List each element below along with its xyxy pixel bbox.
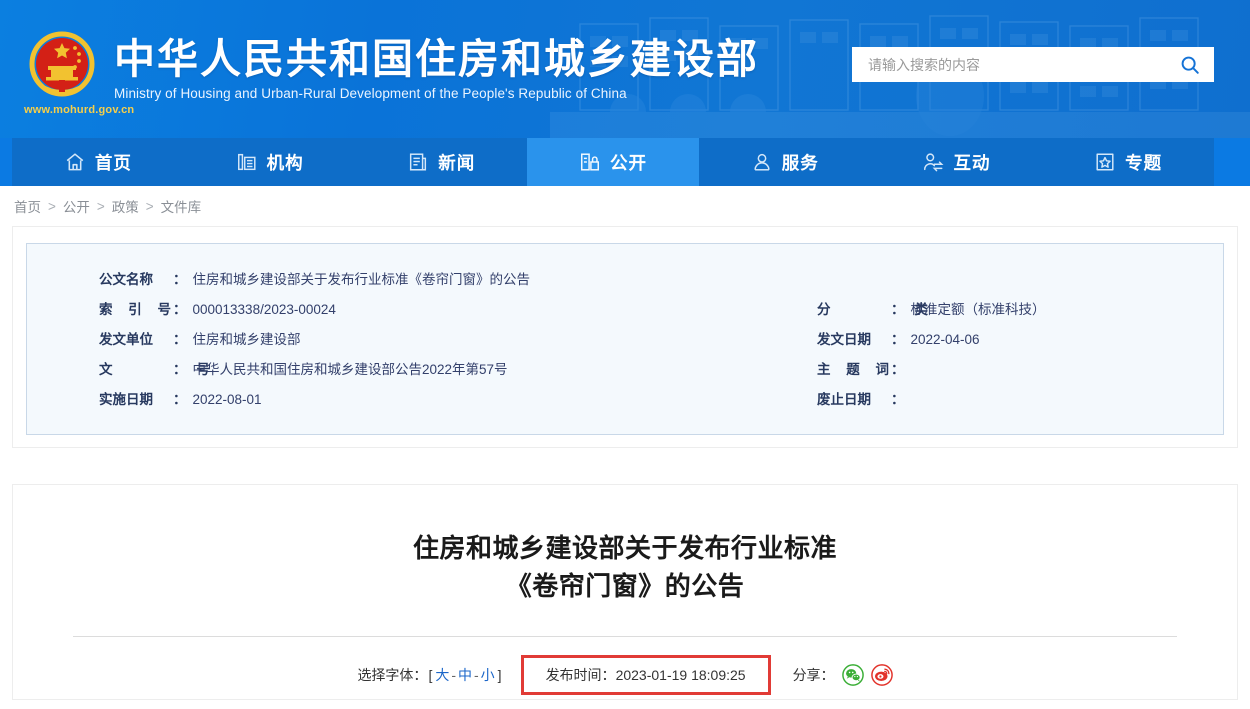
- meta-colon: ：: [891, 388, 905, 408]
- meta-key: 实施日期: [99, 388, 173, 408]
- search-icon: [1179, 54, 1201, 76]
- meta-value: 中华人民共和国住房和城乡建设部公告2022年第57号: [193, 358, 508, 378]
- page-title-line1: 住房和城乡建设部关于发布行业标准: [73, 529, 1177, 567]
- search-button[interactable]: [1166, 47, 1214, 82]
- meta-value: 住房和城乡建设部关于发布行业标准《卷帘门窗》的公告: [193, 268, 531, 288]
- meta-colon: ：: [891, 328, 905, 348]
- font-size-selector: 选择字体： [ 大 - 中 - 小 ]: [357, 665, 502, 685]
- nav-item-home[interactable]: 首页: [12, 138, 184, 186]
- meta-colon: ：: [173, 268, 187, 288]
- main-navigation: 首页 机构 新闻 公开: [0, 138, 1250, 186]
- nav-item-interaction[interactable]: 互动: [871, 138, 1043, 186]
- meta-key: 发文日期: [817, 328, 891, 348]
- meta-key: 文 号: [99, 358, 173, 378]
- nav-label: 公开: [610, 150, 647, 175]
- home-icon: [64, 151, 86, 173]
- meta-colon: ：: [891, 358, 905, 378]
- nav-label: 新闻: [438, 150, 475, 175]
- meta-value: 2022-04-06: [911, 332, 980, 347]
- meta-colon: ：: [891, 298, 905, 318]
- site-title-cn: 中华人民共和国住房和城乡建设部: [114, 37, 759, 81]
- document-meta-box: 公文名称 ： 住房和城乡建设部关于发布行业标准《卷帘门窗》的公告 索 引 号 ：…: [26, 243, 1224, 435]
- open-info-icon: [579, 151, 601, 173]
- publish-time-highlight: 发布时间：2023-01-19 18:09:25: [521, 655, 771, 695]
- meta-key: 主 题 词: [817, 358, 891, 378]
- nav-label: 互动: [953, 150, 990, 175]
- nav-items-container: 首页 机构 新闻 公开: [12, 138, 1214, 186]
- publish-time-label: 发布时间：: [546, 667, 616, 683]
- font-size-small-link[interactable]: 小: [479, 665, 497, 685]
- font-size-large-link[interactable]: 大: [433, 665, 451, 685]
- building-icon: [236, 151, 258, 173]
- nav-item-open-info[interactable]: 公开: [527, 138, 699, 186]
- nav-label: 专题: [1125, 150, 1162, 175]
- meta-value: 000013338/2023-00024: [193, 302, 336, 317]
- meta-key: 发文单位: [99, 328, 173, 348]
- star-topic-icon: [1094, 151, 1116, 173]
- nav-label: 服务: [782, 150, 819, 175]
- meta-colon: ：: [173, 328, 187, 348]
- nav-label: 机构: [267, 150, 304, 175]
- publish-time-value: 2023-01-19 18:09:25: [616, 667, 746, 683]
- wechat-share-icon[interactable]: [842, 664, 864, 686]
- breadcrumb: 首页 > 公开 > 政策 > 文件库: [0, 186, 1250, 226]
- meta-value: 2022-08-01: [193, 392, 262, 407]
- font-size-medium-link[interactable]: 中: [456, 665, 474, 685]
- search-input[interactable]: [852, 48, 1166, 81]
- interaction-icon: [922, 151, 944, 173]
- meta-row-effective-date: 实施日期 ： 2022-08-01: [99, 388, 817, 418]
- page-title-line2: 《卷帘门窗》的公告: [73, 567, 1177, 605]
- breadcrumb-separator: >: [146, 199, 154, 214]
- news-icon: [407, 151, 429, 173]
- share-group: 分享：: [793, 664, 893, 686]
- national-emblem-icon: [26, 30, 98, 102]
- service-person-icon: [751, 151, 773, 173]
- bracket-close: ]: [498, 667, 502, 683]
- meta-key: 废止日期: [817, 388, 891, 408]
- bracket-open: [: [428, 667, 432, 683]
- meta-colon: ：: [173, 388, 187, 408]
- nav-item-service[interactable]: 服务: [699, 138, 871, 186]
- nav-label: 首页: [95, 150, 132, 175]
- meta-row-subject-terms: 主 题 词 ：: [817, 358, 1197, 388]
- article-card: 住房和城乡建设部关于发布行业标准 《卷帘门窗》的公告 选择字体： [ 大 - 中…: [12, 484, 1238, 700]
- site-url: www.mohurd.gov.cn: [24, 104, 134, 116]
- weibo-share-icon[interactable]: [871, 664, 893, 686]
- meta-colon: ：: [173, 358, 187, 378]
- meta-key: 公文名称: [99, 268, 173, 288]
- meta-row-abolish-date: 废止日期 ：: [817, 388, 1197, 418]
- breadcrumb-item-policy[interactable]: 政策: [112, 196, 139, 216]
- meta-colon: ：: [173, 298, 187, 318]
- article-divider: [73, 636, 1177, 637]
- nav-item-organization[interactable]: 机构: [184, 138, 356, 186]
- meta-row-issuing-unit: 发文单位 ： 住房和城乡建设部: [99, 328, 817, 358]
- breadcrumb-separator: >: [97, 199, 105, 214]
- font-size-label: 选择字体：: [357, 665, 427, 685]
- meta-row-index-number: 索 引 号 ： 000013338/2023-00024: [99, 298, 817, 328]
- breadcrumb-item-open[interactable]: 公开: [63, 196, 90, 216]
- meta-value: 标准定额（标准科技）: [911, 298, 1046, 318]
- nav-left-strip: [0, 138, 12, 186]
- meta-row-doc-name: 公文名称 ： 住房和城乡建设部关于发布行业标准《卷帘门窗》的公告: [99, 268, 817, 298]
- document-meta-card: 公文名称 ： 住房和城乡建设部关于发布行业标准《卷帘门窗》的公告 索 引 号 ：…: [12, 226, 1238, 448]
- meta-column-left: 公文名称 ： 住房和城乡建设部关于发布行业标准《卷帘门窗》的公告 索 引 号 ：…: [27, 268, 817, 418]
- page-title: 住房和城乡建设部关于发布行业标准 《卷帘门窗》的公告: [73, 529, 1177, 606]
- breadcrumb-item-home[interactable]: 首页: [14, 196, 41, 216]
- meta-key: 分 类: [817, 298, 891, 318]
- meta-column-right: 分 类 ： 标准定额（标准科技） 发文日期 ： 2022-04-06 主 题 词…: [817, 268, 1197, 418]
- site-title-en: Ministry of Housing and Urban-Rural Deve…: [114, 86, 759, 101]
- breadcrumb-separator: >: [48, 199, 56, 214]
- meta-row-document-number: 文 号 ： 中华人民共和国住房和城乡建设部公告2022年第57号: [99, 358, 817, 388]
- article-toolbar: 选择字体： [ 大 - 中 - 小 ] 发布时间：2023-01-19 18:0…: [73, 651, 1177, 699]
- nav-item-topics[interactable]: 专题: [1042, 138, 1214, 186]
- nav-item-news[interactable]: 新闻: [355, 138, 527, 186]
- breadcrumb-item-document-library[interactable]: 文件库: [161, 196, 202, 216]
- share-label: 分享：: [793, 665, 835, 685]
- meta-value: 住房和城乡建设部: [193, 328, 301, 348]
- site-header: www.mohurd.gov.cn 中华人民共和国住房和城乡建设部 Minist…: [0, 0, 1250, 138]
- meta-key: 索 引 号: [99, 298, 173, 318]
- meta-row-category: 分 类 ： 标准定额（标准科技）: [817, 298, 1197, 328]
- search-box[interactable]: [852, 47, 1214, 82]
- meta-row-issue-date: 发文日期 ： 2022-04-06: [817, 328, 1197, 358]
